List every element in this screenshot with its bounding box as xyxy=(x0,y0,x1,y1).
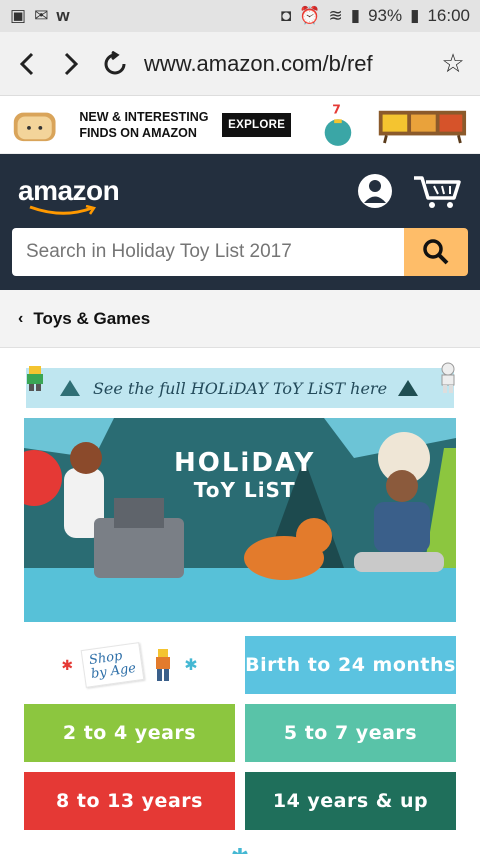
main-content: See the full HOLiDAY ToY LiST here HOLiD… xyxy=(0,348,480,854)
breadcrumb[interactable]: ‹ Toys & Games xyxy=(0,290,480,348)
star-icon: ☆ xyxy=(441,48,465,78)
speaker-product-icon: 7 xyxy=(324,102,352,146)
amazon-logo[interactable]: amazon xyxy=(18,175,120,215)
hero-title-line1: HOLiDAY xyxy=(174,448,316,478)
search-input[interactable] xyxy=(12,228,404,276)
search-area xyxy=(0,228,480,290)
bookmark-button[interactable]: ☆ xyxy=(438,47,468,81)
banner-text: See the full HOLiDAY ToY LiST here xyxy=(92,378,388,398)
shop-by-age-label: ✱ Shop by Age ✱ xyxy=(24,636,235,694)
lego-figure-icon xyxy=(27,366,43,391)
logo-text: amazon xyxy=(18,175,120,206)
tree-icon xyxy=(60,380,80,396)
alarm-icon: ⏰ xyxy=(299,6,321,25)
bread-toy-icon xyxy=(13,112,56,141)
chevron-left-icon: ‹ xyxy=(18,309,24,327)
wifi-icon: ≋ xyxy=(328,6,343,25)
age-tile-14-up[interactable]: 14 years & up xyxy=(245,772,456,830)
snowflake-icon: ✱ xyxy=(184,657,198,674)
forward-button[interactable] xyxy=(56,47,86,81)
battery-icon: ▮ xyxy=(410,6,420,25)
reload-icon xyxy=(104,50,126,74)
shop-by-age-card: Shop by Age xyxy=(80,642,145,688)
hero-title: HOLiDAY ToY LiST xyxy=(174,448,315,502)
age-tile-birth-24-months[interactable]: Birth to 24 months xyxy=(245,636,456,694)
search-button[interactable] xyxy=(404,228,468,276)
clock: 16:00 xyxy=(427,6,470,25)
age-tile-8-13-years[interactable]: 8 to 13 years xyxy=(24,772,235,830)
nfc-icon: ◘ xyxy=(281,6,292,25)
gallery-icon: ▣ xyxy=(10,6,27,25)
header-icons xyxy=(356,172,462,210)
lego-figure-icon xyxy=(156,649,171,681)
svg-text:7: 7 xyxy=(332,102,341,116)
message-icon: ✉ xyxy=(34,6,49,25)
promo-text: NEW & INTERESTING FINDS ON AMAZON xyxy=(79,109,212,141)
back-button[interactable] xyxy=(12,47,42,81)
explore-button[interactable]: EXPLORE xyxy=(222,112,292,137)
promo-strip[interactable]: NEW & INTERESTING FINDS ON AMAZON EXPLOR… xyxy=(0,96,480,154)
search-bar xyxy=(12,228,468,276)
forward-icon xyxy=(64,52,78,75)
breadcrumb-label: Toys & Games xyxy=(33,308,151,328)
search-icon xyxy=(423,239,449,265)
signal-icon: ▮ xyxy=(350,6,361,25)
snowflake-icon: ✱ xyxy=(61,656,74,673)
holiday-list-banner[interactable]: See the full HOLiDAY ToY LiST here xyxy=(26,362,455,408)
stormtrooper-figure-icon xyxy=(441,362,455,393)
status-right: ◘ ⏰ ≋ ▮ 93% ▮ 16:00 xyxy=(281,6,470,26)
age-tile-5-7-years[interactable]: 5 to 7 years xyxy=(245,704,456,762)
promo-line1: NEW & INTERESTING xyxy=(79,109,209,124)
battery-percent: 93% xyxy=(368,6,403,25)
snowflake-icon: ✱ xyxy=(24,844,456,854)
holiday-toy-list-hero[interactable]: HOLiDAY ToY LiST xyxy=(24,418,456,622)
tree-icon xyxy=(398,380,418,396)
account-icon[interactable] xyxy=(356,172,394,210)
age-tiles-grid: ✱ Shop by Age ✱ Birth to 24 months 2 to … xyxy=(24,636,456,830)
age-tile-2-4-years[interactable]: 2 to 4 years xyxy=(24,704,235,762)
address-bar[interactable]: www.amazon.com/b/ref xyxy=(144,51,424,77)
status-bar: ▣ ✉ w ◘ ⏰ ≋ ▮ 93% ▮ 16:00 xyxy=(0,0,480,32)
promo-line2: FINDS ON AMAZON xyxy=(79,125,197,140)
cart-icon[interactable] xyxy=(412,172,462,210)
w-icon: w xyxy=(56,6,70,25)
reload-button[interactable] xyxy=(100,47,130,81)
status-left: ▣ ✉ w xyxy=(10,6,70,26)
amazon-header: amazon xyxy=(0,154,480,228)
browser-toolbar: www.amazon.com/b/ref ☆ xyxy=(0,32,480,96)
smile-icon xyxy=(29,205,97,215)
back-icon xyxy=(20,52,34,75)
hero-title-line2: ToY LiST xyxy=(193,478,296,502)
sideboard-product-icon xyxy=(378,110,467,143)
